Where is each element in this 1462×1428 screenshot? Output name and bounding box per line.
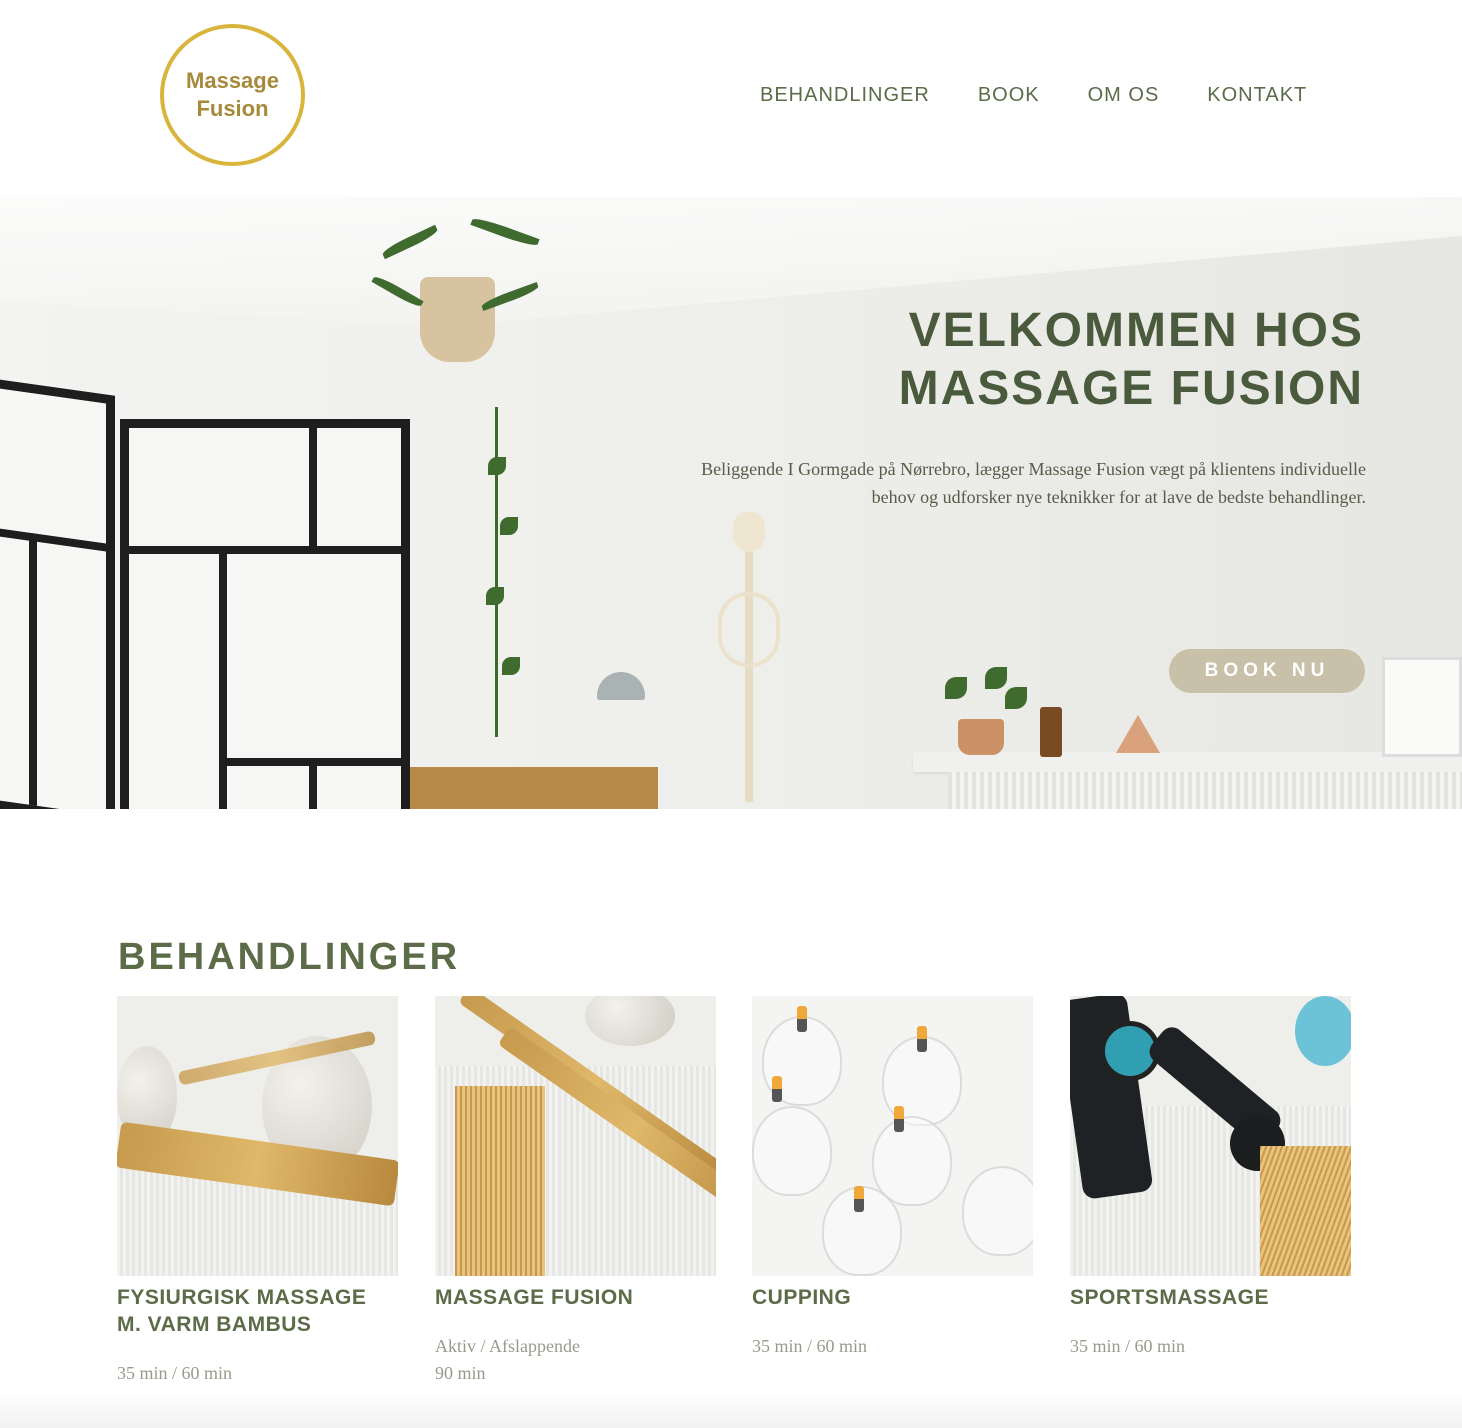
hero-title-line1: VELKOMMEN HOS xyxy=(908,304,1364,357)
main-nav: BEHANDLINGER BOOK OM OS KONTAKT xyxy=(760,84,1307,107)
treatment-card-massage-fusion[interactable]: MASSAGE FUSION Aktiv / Afslappende 90 mi… xyxy=(435,996,716,1387)
hero-subtitle-line1: Beliggende I Gormgade på Nørrebro, lægge… xyxy=(701,459,1366,479)
treatment-image[interactable] xyxy=(117,996,398,1276)
room-divider-panel xyxy=(0,378,115,809)
treatment-card-sportsmassage[interactable]: SPORTSMASSAGE 35 min / 60 min xyxy=(1070,996,1351,1360)
hero-subtitle: Beliggende I Gormgade på Nørrebro, lægge… xyxy=(566,455,1366,511)
treatment-name-line1: SPORTSMASSAGE xyxy=(1070,1286,1270,1309)
hero-title-line2: MASSAGE FUSION xyxy=(898,362,1364,415)
treatment-name-line1: CUPPING xyxy=(752,1286,852,1309)
nav-kontakt[interactable]: KONTAKT xyxy=(1207,84,1307,107)
treatment-image[interactable] xyxy=(1070,996,1351,1276)
treatment-meta-line1: 35 min / 60 min xyxy=(117,1363,233,1383)
hero-title: VELKOMMEN HOS MASSAGE FUSION xyxy=(899,302,1364,418)
nav-om-os[interactable]: OM OS xyxy=(1088,84,1160,107)
shelf xyxy=(913,752,1462,772)
treatment-meta-line1: 35 min / 60 min xyxy=(752,1336,868,1356)
hero-subtitle-line2: behov og udforsker nye teknikker for at … xyxy=(871,487,1366,507)
logo[interactable]: Massage Fusion xyxy=(160,24,305,166)
treatment-image[interactable] xyxy=(752,996,1033,1276)
desk xyxy=(410,767,658,809)
lamp xyxy=(597,672,645,700)
nav-behandlinger[interactable]: BEHANDLINGER xyxy=(760,84,930,107)
hanging-plant xyxy=(420,277,495,362)
treatment-name-line1: MASSAGE FUSION xyxy=(435,1286,634,1309)
logo-text-line2: Fusion xyxy=(196,96,269,121)
potted-plant xyxy=(958,719,1004,755)
treatment-card-fysiurgisk[interactable]: FYSIURGISK MASSAGE M. VARM BAMBUS 35 min… xyxy=(117,996,398,1387)
page-bottom-shadow xyxy=(0,1390,1462,1428)
treatment-meta-line1: Aktiv / Afslappende xyxy=(435,1336,580,1356)
bottle xyxy=(1040,707,1062,757)
treatment-image[interactable] xyxy=(435,996,716,1276)
treatment-name-line2: M. VARM BAMBUS xyxy=(117,1313,312,1336)
nav-book[interactable]: BOOK xyxy=(978,84,1040,107)
anatomy-skeleton xyxy=(700,512,795,809)
treatment-name-line1: FYSIURGISK MASSAGE xyxy=(117,1286,367,1309)
treatment-meta-line1: 35 min / 60 min xyxy=(1070,1336,1186,1356)
logo-text-line1: Massage xyxy=(186,68,279,93)
salt-lamp xyxy=(1116,715,1160,753)
book-now-button[interactable]: BOOK NU xyxy=(1169,649,1365,693)
site-header: Massage Fusion BEHANDLINGER BOOK OM OS K… xyxy=(0,0,1462,197)
hero-banner: VELKOMMEN HOS MASSAGE FUSION Beliggende … xyxy=(0,197,1462,809)
room-divider-panel xyxy=(120,419,410,809)
treatments-title: BEHANDLINGER xyxy=(118,936,461,978)
treatment-meta-line2: 90 min xyxy=(435,1363,486,1383)
treatment-card-cupping[interactable]: CUPPING 35 min / 60 min xyxy=(752,996,1033,1360)
wall-chart xyxy=(1382,657,1462,757)
